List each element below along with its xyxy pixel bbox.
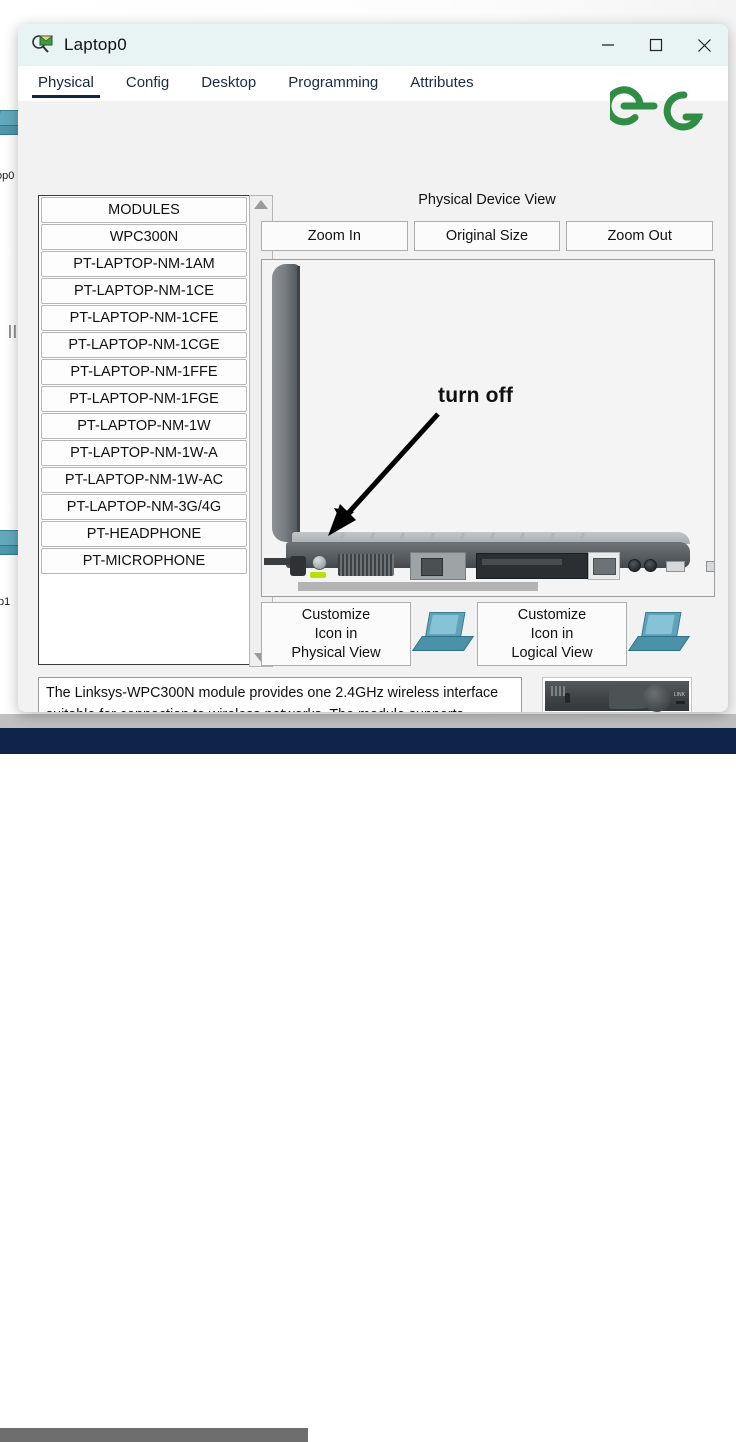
close-button[interactable] (680, 24, 728, 66)
customize-physical-line-2: Icon in (314, 625, 358, 642)
customize-logical-line-2: Icon in (530, 625, 574, 642)
device-view-shadow-bar (298, 582, 538, 591)
power-button[interactable] (312, 555, 327, 570)
customize-icon-physical-view-button[interactable]: Customize Icon in Physical View (261, 602, 411, 666)
zoom-out-button[interactable]: Zoom Out (566, 221, 714, 251)
network-module-slot[interactable] (410, 552, 466, 580)
original-size-button[interactable]: Original Size (413, 221, 561, 251)
module-preview-antenna-knob (643, 684, 671, 712)
window-title: Laptop0 (64, 35, 127, 54)
window-controls (584, 24, 728, 66)
tab-desktop[interactable]: Desktop (199, 70, 258, 97)
module-item-1fge[interactable]: PT-LAPTOP-NM-1FGE (41, 386, 247, 412)
customize-icon-button-row: Customize Icon in Physical View Customiz… (261, 602, 713, 666)
tab-physical[interactable]: Physical (32, 70, 100, 98)
module-description-text: The Linksys-WPC300N module provides one … (38, 677, 522, 712)
laptop-rear-panel (264, 542, 714, 580)
modules-list-header: MODULES (41, 197, 247, 223)
zoom-button-group: Zoom In Original Size Zoom Out (261, 221, 714, 251)
module-item-1am[interactable]: PT-LAPTOP-NM-1AM (41, 251, 247, 277)
module-item-wpc300n[interactable]: WPC300N (41, 224, 247, 250)
turn-off-annotation-arrow-icon (310, 408, 450, 544)
tab-attributes[interactable]: Attributes (408, 70, 475, 97)
workspace-device-label-0: op0 (0, 170, 15, 182)
module-preview-link-bar (676, 701, 685, 704)
modules-list[interactable]: MODULES WPC300N PT-LAPTOP-NM-1AM PT-LAPT… (38, 195, 250, 665)
ethernet-port-inner (593, 558, 616, 575)
module-item-1w-ac[interactable]: PT-LAPTOP-NM-1W-AC (41, 467, 247, 493)
laptop-icon-base (627, 636, 691, 651)
packet-tracer-inspect-icon (32, 34, 54, 56)
laptop-lid-edge (297, 266, 300, 540)
geeksforgeeks-logo (604, 79, 714, 133)
module-item-1ce[interactable]: PT-LAPTOP-NM-1CE (41, 278, 247, 304)
headphone-jack[interactable] (644, 559, 657, 572)
module-item-1ffe[interactable]: PT-LAPTOP-NM-1FFE (41, 359, 247, 385)
cooling-vent-grille (338, 554, 394, 576)
module-item-headphone[interactable]: PT-HEADPHONE (41, 521, 247, 547)
module-item-1cfe[interactable]: PT-LAPTOP-NM-1CFE (41, 305, 247, 331)
module-item-3g4g[interactable]: PT-LAPTOP-NM-3G/4G (41, 494, 247, 520)
physical-device-view-canvas[interactable]: turn off (261, 259, 715, 597)
workspace-bottom-band (0, 728, 736, 754)
usb-port-2[interactable] (706, 561, 714, 572)
module-item-1w[interactable]: PT-LAPTOP-NM-1W (41, 413, 247, 439)
window-titlebar: Laptop0 (18, 24, 728, 66)
power-led-indicator (310, 572, 326, 578)
physical-device-view-title: Physical Device View (418, 192, 556, 208)
laptop-icon-screen (645, 615, 675, 634)
maximize-button[interactable] (632, 24, 680, 66)
workspace-device-label-1: p1 (0, 596, 11, 608)
customize-physical-line-3: Physical View (291, 644, 381, 661)
module-preview-slot (565, 693, 570, 703)
ethernet-port[interactable] (588, 552, 620, 580)
tab-programming[interactable]: Programming (286, 70, 380, 97)
usb-port-1[interactable] (666, 561, 685, 572)
customize-physical-line-1: Customize (301, 606, 371, 623)
laptop-icon-logical (627, 612, 691, 656)
laptop-icon-screen (429, 615, 459, 634)
audio-line-out-jack[interactable] (628, 559, 641, 572)
module-preview-link-label: LINK (673, 692, 685, 698)
turn-off-annotation-label: turn off (438, 384, 514, 407)
power-cord (264, 558, 290, 565)
module-item-1cge[interactable]: PT-LAPTOP-NM-1CGE (41, 332, 247, 358)
workspace-horizontal-scrollbar-thumb[interactable] (0, 1428, 308, 1442)
window-content: MODULES WPC300N PT-LAPTOP-NM-1AM PT-LAPT… (18, 86, 728, 712)
laptop-screen-lid (272, 264, 300, 542)
zoom-in-button[interactable]: Zoom In (261, 221, 408, 251)
laptop-icon-physical (411, 612, 475, 656)
module-preview-image: LINK (542, 677, 692, 712)
module-rj45-port (421, 558, 443, 576)
power-connector-port (290, 556, 306, 576)
customize-icon-logical-view-button[interactable]: Customize Icon in Logical View (477, 602, 627, 666)
module-item-1w-a[interactable]: PT-LAPTOP-NM-1W-A (41, 440, 247, 466)
module-preview-body: LINK (545, 681, 689, 712)
customize-logical-line-1: Customize (517, 606, 587, 623)
workspace-horizontal-scrollbar-track[interactable] (0, 714, 736, 1442)
device-properties-window: Laptop0 Physical Config Desktop Programm… (18, 24, 728, 712)
laptop-icon-base (411, 636, 475, 651)
minimize-button[interactable] (584, 24, 632, 66)
customize-logical-line-3: Logical View (511, 644, 593, 661)
tab-config[interactable]: Config (124, 70, 171, 97)
optical-drive-bay (476, 553, 588, 579)
optical-drive-slot (482, 559, 562, 565)
module-item-microphone[interactable]: PT-MICROPHONE (41, 548, 247, 574)
